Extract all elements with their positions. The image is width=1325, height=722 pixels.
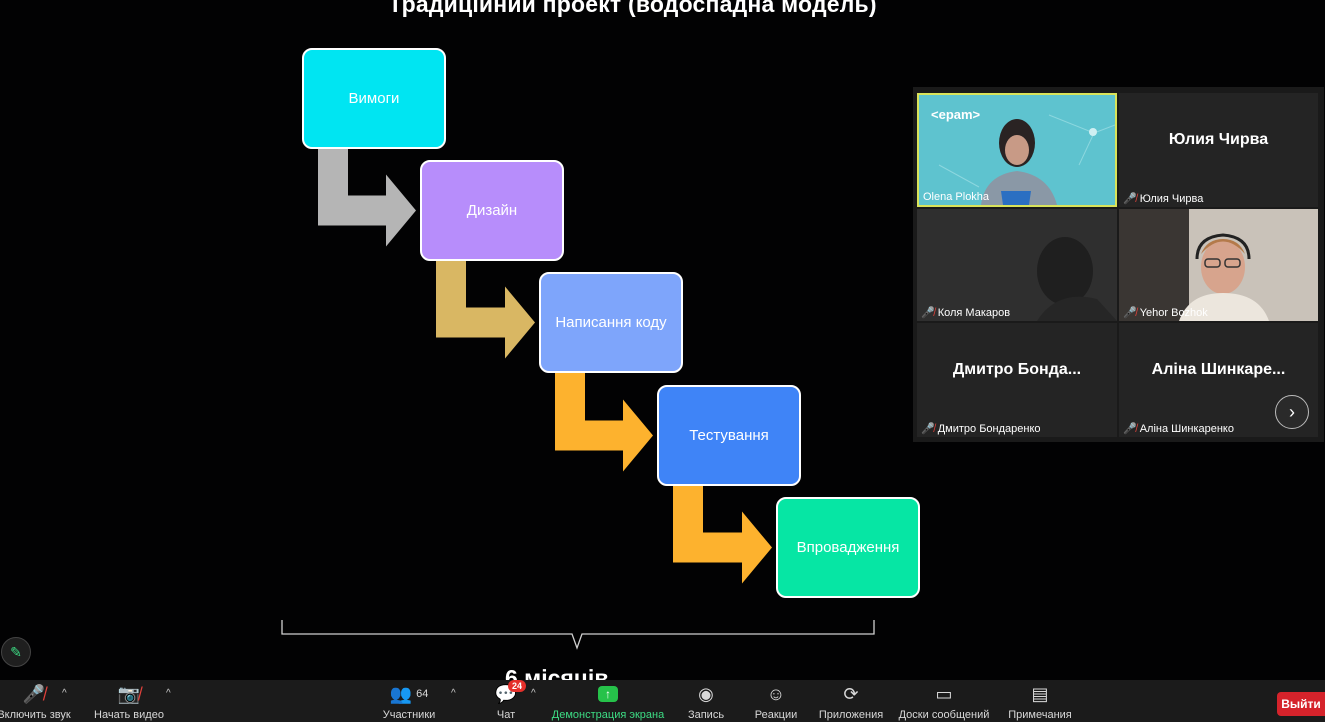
muted-mic-icon: 🎤̸ <box>921 423 935 435</box>
annotate-pencil-button[interactable]: ✎ <box>1 637 31 667</box>
flow-arrow-4 <box>673 484 772 584</box>
participants-options-caret[interactable]: ^ <box>451 688 456 699</box>
audio-options-caret[interactable]: ^ <box>62 688 67 699</box>
reactions-button[interactable]: ☺ Реакции <box>752 682 800 722</box>
participant-display-name: Дмитро Бонда... <box>952 361 1082 378</box>
participants-video-panel: <epam> Olena Plokha Юлия Чирва 🎤̸ Юлия Ч… <box>913 87 1324 442</box>
notes-icon: ▤ <box>1031 683 1049 704</box>
next-page-button[interactable]: › <box>1275 395 1309 429</box>
meeting-toolbar: 🎤̸ Включить звук ^ 📷̸ Начать видео ^ 👥 6… <box>0 680 1325 722</box>
participant-name-label: Olena Plokha <box>923 191 990 203</box>
emoji-icon: ☺ <box>766 683 786 704</box>
pencil-icon: ✎ <box>10 643 22 660</box>
chevron-right-icon: › <box>1289 401 1295 422</box>
video-tile-yehor-bozhok[interactable]: 🎤̸ Yehor Bozhok <box>1119 209 1318 321</box>
apps-icon: ⟳ <box>843 683 859 704</box>
video-options-caret[interactable]: ^ <box>166 688 171 699</box>
flow-arrow-1 <box>318 147 416 247</box>
whiteboards-button[interactable]: ▭ Доски сообщений <box>896 682 992 722</box>
step-testing: Тестування <box>657 385 801 486</box>
participant-video-frame <box>917 209 1117 321</box>
participant-name-label: 🎤̸ Дмитро Бондаренко <box>921 422 1041 436</box>
flow-arrow-3 <box>555 371 653 472</box>
video-off-icon: 📷̸ <box>117 683 141 704</box>
apps-button[interactable]: ⟳ Приложения <box>817 682 885 722</box>
video-tile-kolya-makarov[interactable]: 🎤̸ Коля Макаров <box>917 209 1117 321</box>
time-brace <box>281 620 875 650</box>
participant-video-frame <box>1119 209 1318 321</box>
start-video-button[interactable]: 📷̸ Начать видео <box>90 682 168 722</box>
flow-arrow-2 <box>436 259 535 359</box>
participant-name-label: 🎤̸ Аліна Шинкаренко <box>1123 422 1234 436</box>
participants-count: 64 <box>416 688 429 700</box>
muted-mic-icon: 🎤̸ <box>1123 193 1137 205</box>
muted-mic-icon: 🎤̸ <box>1123 423 1137 435</box>
whiteboard-icon: ▭ <box>935 683 953 704</box>
participant-video-frame <box>938 114 1115 205</box>
participant-name-label: 🎤̸ Юлия Чирва <box>1123 192 1204 206</box>
leave-meeting-button[interactable]: Выйти <box>1277 692 1325 716</box>
muted-mic-icon: 🎤̸ <box>22 683 46 704</box>
share-screen-button[interactable]: ↑ Демонстрация экрана <box>550 682 666 721</box>
video-tile-yulia-chirva[interactable]: Юлия Чирва 🎤̸ Юлия Чирва <box>1119 93 1318 207</box>
step-requirements: Вимоги <box>302 48 446 149</box>
step-design: Дизайн <box>420 160 564 261</box>
video-tile-olena-plokha[interactable]: <epam> Olena Plokha <box>917 93 1117 207</box>
muted-mic-icon: 🎤̸ <box>1123 307 1137 319</box>
participants-icon: 👥 <box>389 683 413 704</box>
muted-mic-icon: 🎤̸ <box>921 307 935 319</box>
notes-button[interactable]: ▤ Примечания <box>1006 682 1074 722</box>
share-screen-icon: ↑ <box>598 686 618 702</box>
participant-name-label: 🎤̸ Yehor Bozhok <box>1123 306 1208 320</box>
participants-button[interactable]: 👥 64 Участники <box>378 682 440 722</box>
participant-name-label: 🎤̸ Коля Макаров <box>921 306 1011 320</box>
participant-display-name: Юлия Чирва <box>1168 131 1269 148</box>
chat-options-caret[interactable]: ^ <box>531 688 536 699</box>
chat-button[interactable]: 💬 24 Чат <box>488 680 527 721</box>
video-tile-dmytro-bondarenko[interactable]: Дмитро Бонда... 🎤̸ Дмитро Бондаренко <box>917 323 1117 437</box>
step-coding: Написання коду <box>539 272 683 373</box>
chat-unread-badge: 24 <box>508 680 527 692</box>
step-deployment: Впровадження <box>776 497 920 598</box>
record-icon: ◉ <box>698 683 714 704</box>
record-button[interactable]: ◉ Запись <box>684 682 728 722</box>
